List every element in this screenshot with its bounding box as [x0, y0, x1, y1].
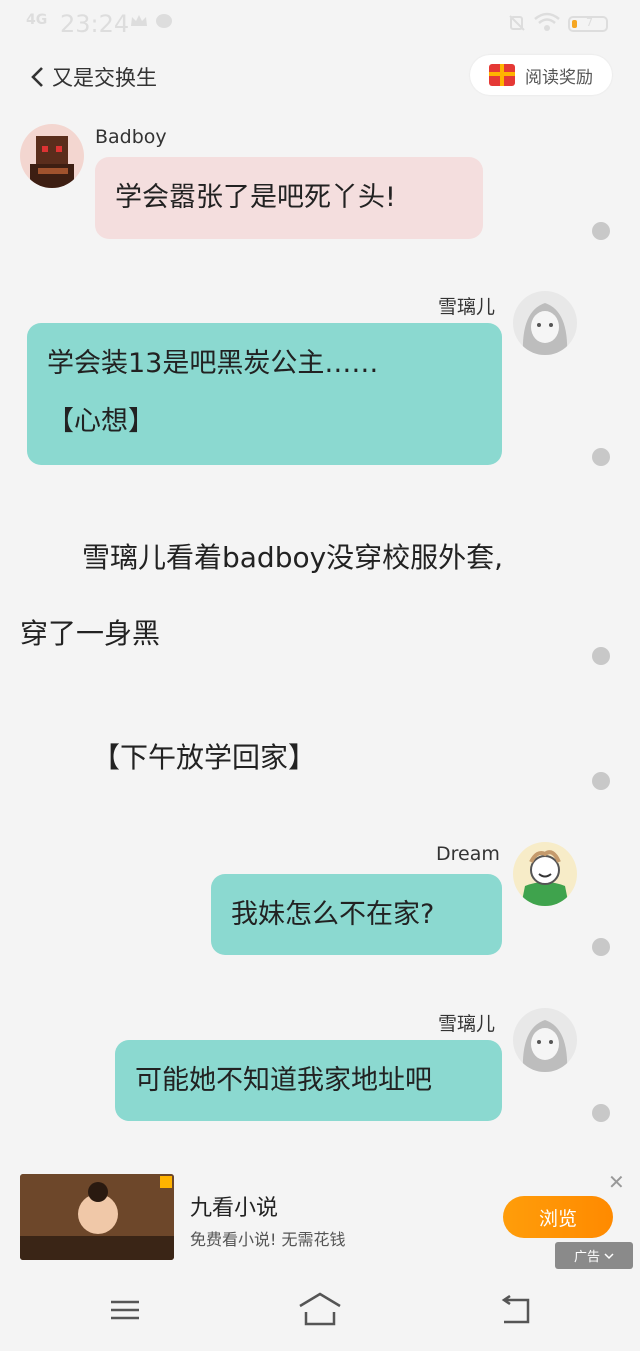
- mute-icon: [509, 15, 525, 31]
- avatar-badboy[interactable]: [20, 124, 84, 188]
- ad-image[interactable]: [20, 1174, 174, 1260]
- xueli-avatar-icon: [513, 1008, 577, 1072]
- narration-line: 【下午放学回家】: [92, 741, 317, 774]
- message-line: 学会装13是吧黑炭公主……: [47, 348, 379, 379]
- dream-avatar-icon: [513, 842, 577, 906]
- comment-dot[interactable]: [592, 448, 610, 466]
- story-title: 又是交换生: [52, 66, 157, 90]
- ad-thumbnail-icon: [20, 1174, 174, 1260]
- menu-icon[interactable]: [105, 1290, 145, 1330]
- battery-level: 7: [586, 16, 593, 29]
- message-line: 【心想】: [47, 406, 155, 437]
- message-bubble[interactable]: 学会嚣张了是吧死丫头!: [95, 157, 483, 239]
- message-bubble[interactable]: 学会装13是吧黑炭公主…… 【心想】: [27, 323, 502, 465]
- crown-icon: [131, 15, 147, 26]
- wifi-icon: [534, 12, 560, 31]
- ad-browse-button[interactable]: 浏览: [503, 1196, 613, 1238]
- ad-tag[interactable]: 广告: [555, 1242, 633, 1269]
- back-nav-icon[interactable]: [496, 1290, 536, 1330]
- avatar-xueli[interactable]: [513, 291, 577, 355]
- avatar-xueli[interactable]: [513, 1008, 577, 1072]
- sender-name: Dream: [436, 843, 500, 865]
- comment-dot[interactable]: [592, 1104, 610, 1122]
- comment-dot[interactable]: [592, 938, 610, 956]
- sender-name: Badboy: [95, 126, 167, 148]
- ad-title: 九看小说: [190, 1196, 279, 1221]
- narration-line: 穿了一身黑: [20, 617, 161, 650]
- avatar-dream[interactable]: [513, 842, 577, 906]
- comment-dot[interactable]: [592, 222, 610, 240]
- status-time: 23:24: [60, 10, 130, 38]
- chevron-left-icon: [31, 67, 43, 87]
- ad-tag-label: 广告: [573, 1250, 600, 1265]
- battery-icon: 7: [568, 16, 608, 32]
- message-bubble[interactable]: 可能她不知道我家地址吧: [115, 1040, 502, 1121]
- reading-reward-button[interactable]: 阅读奖励: [470, 55, 612, 95]
- reward-label: 阅读奖励: [525, 67, 593, 88]
- close-icon[interactable]: ✕: [608, 1170, 625, 1194]
- back-button[interactable]: 又是交换生: [30, 60, 157, 94]
- xueli-avatar-icon: [513, 291, 577, 355]
- comment-dot[interactable]: [592, 647, 610, 665]
- message-icon: [156, 14, 172, 28]
- signal-indicator: 4G: [26, 12, 48, 28]
- chevron-down-icon: [604, 1252, 614, 1259]
- gift-icon: [489, 64, 515, 86]
- narration-line: 雪璃儿看着badboy没穿校服外套,: [82, 541, 504, 574]
- comment-dot[interactable]: [592, 772, 610, 790]
- ad-subtitle: 免费看小说! 无需花钱: [190, 1230, 346, 1249]
- message-bubble[interactable]: 我妹怎么不在家?: [211, 874, 502, 955]
- sender-name: 雪璃儿: [438, 1013, 496, 1035]
- sender-name: 雪璃儿: [438, 296, 496, 318]
- badboy-avatar-icon: [20, 124, 84, 188]
- home-icon[interactable]: [298, 1290, 342, 1330]
